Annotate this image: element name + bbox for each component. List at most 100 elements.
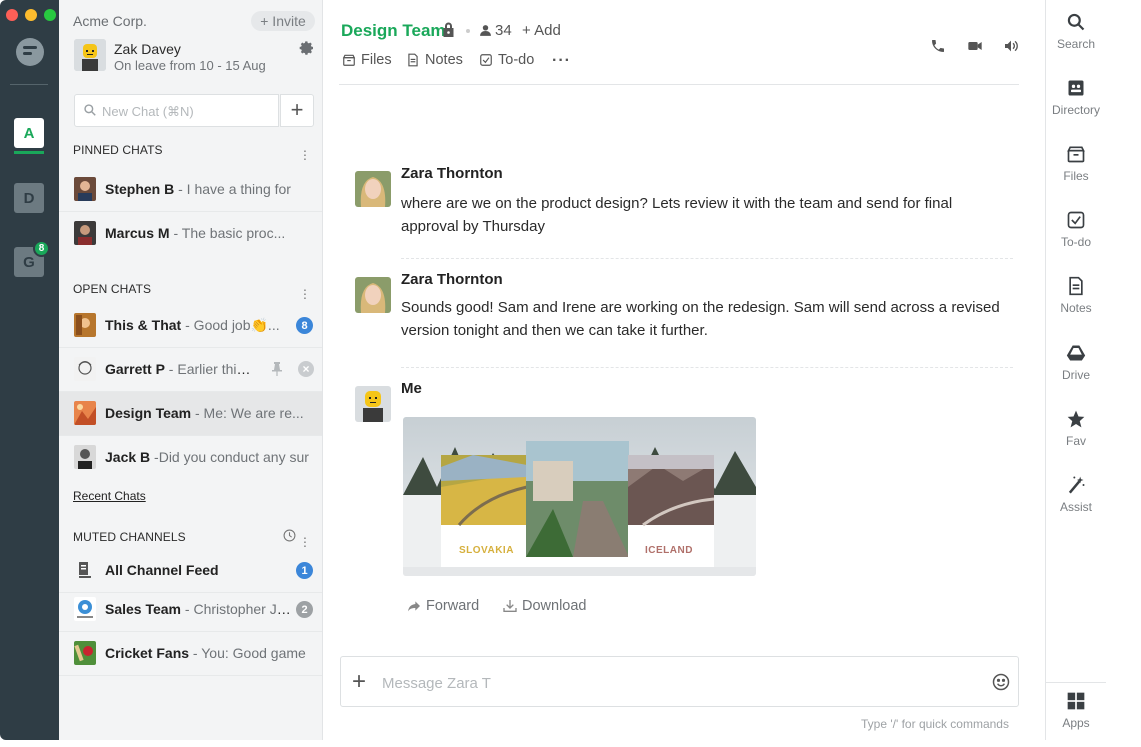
video-call-icon[interactable] <box>965 38 985 54</box>
invite-button[interactable]: + Invite <box>251 11 315 31</box>
tab-notes[interactable]: Notes <box>406 52 463 68</box>
chat-row-marcus[interactable]: Marcus M - The basic proc... <box>59 212 322 256</box>
feed-icon <box>79 562 91 578</box>
chat-row-name: Jack B <box>105 449 151 465</box>
tab-label: To-do <box>498 52 535 68</box>
apps-grid-icon <box>1067 692 1085 710</box>
message-composer[interactable]: + <box>340 656 1019 707</box>
new-chat-input[interactable] <box>102 102 272 120</box>
chat-row-name: All Channel Feed <box>105 562 219 578</box>
chat-row-preview: - I have a thing for <box>174 181 291 197</box>
new-chat-plus-button[interactable]: + <box>280 94 314 127</box>
channel-row-all-feed[interactable]: All Channel Feed 1 <box>59 549 322 593</box>
message-item: Zara Thornton where are we on the produc… <box>355 165 1015 241</box>
profile-status: On leave from 10 - 15 Aug <box>114 58 266 73</box>
rightbar-label: To-do <box>1060 235 1092 249</box>
app-logo-icon[interactable] <box>16 38 44 66</box>
members-count[interactable]: 34 <box>495 22 512 39</box>
pin-icon[interactable] <box>271 362 283 376</box>
chat-row-text: Garrett P - Earlier this... <box>105 361 253 377</box>
new-chat-search[interactable] <box>74 94 279 127</box>
avatar[interactable] <box>355 171 391 207</box>
open-more-icon[interactable]: · · · <box>302 282 308 304</box>
speaker-icon[interactable] <box>1003 38 1019 54</box>
chat-row-text: Design Team - Me: We are re... <box>105 405 315 421</box>
header-separator <box>466 29 470 33</box>
close-chat-icon[interactable]: × <box>298 361 314 377</box>
pinned-more-icon[interactable]: · · · <box>302 143 308 165</box>
unread-badge: 8 <box>296 317 313 334</box>
workspace-a[interactable]: A <box>14 118 44 148</box>
rightbar-files[interactable]: Files <box>1046 144 1106 183</box>
lock-icon <box>443 22 454 37</box>
chat-row-this-and-that[interactable]: This & That - Good job👏... 8 <box>59 304 322 348</box>
more-tabs-button[interactable]: ··· <box>552 52 571 70</box>
avatar[interactable] <box>355 277 391 313</box>
profile-name: Zak Davey <box>114 41 181 57</box>
image-caption-right: ICELAND <box>645 545 693 556</box>
chat-row-jack[interactable]: Jack B -Did you conduct any sur <box>59 436 322 480</box>
rightbar-search[interactable]: Search <box>1046 12 1106 51</box>
emoji-icon[interactable] <box>991 672 1011 692</box>
tab-label: Notes <box>425 52 463 68</box>
maximize-window-button[interactable] <box>44 9 56 21</box>
rightbar-drive[interactable]: Drive <box>1046 343 1106 382</box>
workspace-g-badge: 8 <box>33 240 50 257</box>
muted-more-icon[interactable]: · · · <box>302 530 308 552</box>
channel-title[interactable]: Design Team <box>341 21 446 41</box>
chat-row-stephen[interactable]: Stephen B - I have a thing for <box>59 168 322 212</box>
message-text: where are we on the product design? Lets… <box>401 195 953 235</box>
tab-todo[interactable]: To-do <box>479 52 534 68</box>
notes-icon <box>408 53 418 67</box>
forward-label: Forward <box>426 598 480 614</box>
message-sender: Zara Thornton <box>401 271 503 288</box>
avatar <box>74 221 96 245</box>
avatar <box>74 641 96 665</box>
members-icon <box>480 25 491 36</box>
avatar <box>74 177 96 201</box>
rightbar-todo[interactable]: To-do <box>1046 210 1106 249</box>
close-window-button[interactable] <box>6 9 18 21</box>
chat-sidebar: Acme Corp. + Invite Zak Davey On leave f… <box>59 0 323 740</box>
avatar[interactable] <box>355 386 391 422</box>
profile-avatar[interactable] <box>74 39 106 71</box>
rightbar-label: Drive <box>1061 368 1090 382</box>
minimize-window-button[interactable] <box>25 9 37 21</box>
message-divider <box>401 258 1013 259</box>
message-item: Zara Thornton Sounds good! Sam and Irene… <box>355 271 1015 347</box>
add-member-button[interactable]: + Add <box>522 22 561 39</box>
tab-files[interactable]: Files <box>342 52 392 68</box>
rightbar-notes[interactable]: Notes <box>1046 276 1106 315</box>
chat-row-text: Cricket Fans - You: Good game <box>105 645 315 661</box>
avatar <box>74 401 96 425</box>
channel-row-cricket-fans[interactable]: Cricket Fans - You: Good game <box>59 632 322 676</box>
chat-row-preview: - You: Good game <box>189 645 306 661</box>
gear-icon[interactable] <box>299 40 315 56</box>
chat-row-design-team[interactable]: Design Team - Me: We are re... <box>59 392 322 436</box>
forward-icon <box>408 601 420 612</box>
chat-row-name: Cricket Fans <box>105 645 190 661</box>
attach-plus-button[interactable]: + <box>352 668 366 696</box>
rightbar-fav[interactable]: Fav <box>1046 409 1106 448</box>
workspace-d[interactable]: D <box>14 183 44 213</box>
muted-settings-icon[interactable] <box>283 529 296 542</box>
rightbar-apps[interactable]: Apps <box>1046 691 1106 730</box>
download-icon <box>503 600 517 612</box>
recent-chats-link[interactable]: Recent Chats <box>73 489 146 503</box>
message-input[interactable] <box>382 674 942 692</box>
rightbar-directory[interactable]: Directory <box>1046 78 1106 117</box>
workspace-rail: A D G 8 <box>0 0 59 740</box>
rightbar-divider <box>1046 682 1106 683</box>
chat-row-garrett[interactable]: Garrett P - Earlier this... × <box>59 348 322 392</box>
chat-row-name: This & That <box>105 317 182 333</box>
rightbar-assist[interactable]: Assist <box>1046 475 1106 514</box>
chat-row-text: Stephen B - I have a thing for <box>105 181 315 197</box>
channel-row-sales-team[interactable]: Sales Team - Christopher J: d... 2 <box>59 588 322 632</box>
image-attachment[interactable]: SLOVAKIA ICELAND <box>403 417 756 576</box>
download-button[interactable]: Download <box>502 598 587 614</box>
chat-row-text: Sales Team - Christopher J: d... <box>105 601 293 617</box>
phone-icon[interactable] <box>930 38 946 54</box>
star-icon <box>1067 410 1085 428</box>
rightbar-label: Assist <box>1059 500 1092 514</box>
forward-button[interactable]: Forward <box>406 598 479 614</box>
